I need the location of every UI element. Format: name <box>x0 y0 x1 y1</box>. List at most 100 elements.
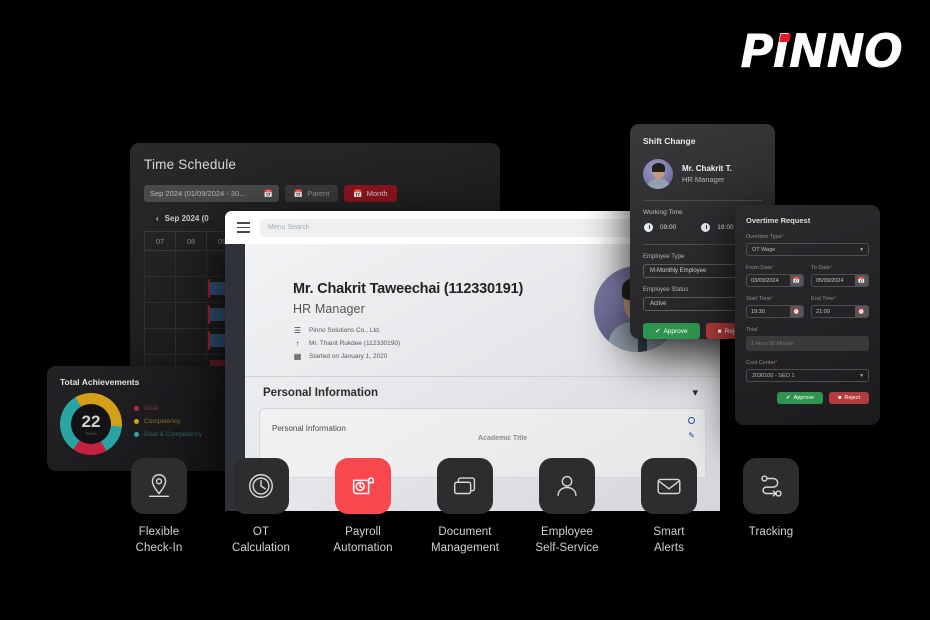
date-row: From Date* 03/09/2024 📅 To Date* 05/09/2… <box>746 256 869 287</box>
route-icon <box>761 475 782 497</box>
month-view-button[interactable]: 📅 Month <box>344 185 397 202</box>
personal-information-title: Personal Information <box>263 386 379 399</box>
avatar <box>643 159 673 189</box>
time-schedule-controls: Sep 2024 (01/09/2024 - 30... 📅 📅 Parent … <box>130 172 500 202</box>
documents-icon <box>453 477 476 495</box>
feature-document-management[interactable]: Document Management <box>430 458 500 568</box>
feature-icon-wrap <box>641 458 697 514</box>
reject-button[interactable]: ■ Reject <box>829 392 869 404</box>
profile-company: Pinno Solutions Co., Ltd. <box>309 327 381 334</box>
approve-button[interactable]: ✔ Approve <box>643 323 700 339</box>
feature-label: Smart Alerts <box>653 526 685 554</box>
overtime-type-value: OT Wage <box>752 246 776 253</box>
legend-dot-icon <box>134 405 139 411</box>
required-mark: * <box>781 234 784 240</box>
start-time-label-text: Start Time <box>746 296 772 302</box>
feature-smart-alerts[interactable]: Smart Alerts <box>637 458 701 568</box>
clock-icon[interactable]: ⏰ <box>790 306 803 317</box>
personal-information-card-title: Personal Information <box>272 424 346 433</box>
time-schedule-title: Time Schedule <box>144 157 237 172</box>
from-date-label: From Date* <box>746 265 804 271</box>
feature-tracking[interactable]: Tracking <box>739 458 803 568</box>
overtime-request-panel: Overtime Request Overtime Type* OT Wage … <box>735 205 880 425</box>
search-placeholder: Menu Search <box>268 224 310 231</box>
feature-label: Payroll Automation <box>333 526 393 554</box>
schedule-bar-marker <box>208 331 210 350</box>
required-mark: * <box>771 296 774 302</box>
employee-type-value: M-Monthly Employee <box>650 268 707 274</box>
profile-meta-row: ▦ Started on January 1, 2020 <box>293 352 720 361</box>
location-pin-icon <box>148 474 170 498</box>
user-icon <box>557 475 577 497</box>
from-date-input[interactable]: 03/09/2024 📅 <box>746 274 804 287</box>
end-time-label: End Time* <box>811 296 869 302</box>
approve-button[interactable]: ✔ Approve <box>776 392 824 404</box>
month-button-label: Month <box>366 189 388 198</box>
check-icon: ✔ <box>655 328 661 335</box>
clock-icon[interactable]: ⏰ <box>855 306 868 317</box>
org-chart-icon: ☰ <box>293 326 302 335</box>
overtime-type-select[interactable]: OT Wage ▾ <box>746 243 869 256</box>
end-time-label-text: End Time <box>811 296 835 302</box>
donut-center: 22 Items <box>71 404 111 444</box>
current-month-label: Sep 2024 (0 <box>164 214 209 223</box>
prev-month-icon[interactable]: ‹ <box>156 214 159 223</box>
feature-payroll-automation[interactable]: Payroll Automation <box>331 458 395 568</box>
required-mark: * <box>829 265 833 271</box>
cost-center-label: Cost Center* <box>746 360 869 366</box>
calendar-icon: 📅 <box>263 189 273 198</box>
clock-icon <box>643 222 654 233</box>
legend-dot-icon <box>134 418 139 424</box>
chevron-down-icon: ▾ <box>860 372 863 379</box>
feature-icon-wrap <box>539 458 595 514</box>
start-time-input[interactable]: 19:30 ⏰ <box>746 305 804 318</box>
feature-label: Document Management <box>430 526 500 554</box>
calendar-icon[interactable]: 📅 <box>790 275 803 286</box>
block-icon: ■ <box>838 395 842 401</box>
required-mark: * <box>771 265 775 271</box>
check-icon: ✔ <box>785 395 791 401</box>
employee-status-value: Active <box>650 301 667 307</box>
shift-person-name: Mr. Chakrit T. <box>682 164 732 173</box>
overtime-type-label-text: Overtime Type <box>746 234 782 240</box>
total-field: 1 Hour 30 Minute <box>746 336 869 351</box>
envelope-icon <box>657 478 681 495</box>
calendar-icon: 📅 <box>353 189 363 198</box>
date-range-picker[interactable]: Sep 2024 (01/09/2024 - 30... 📅 <box>144 185 279 202</box>
cost-center-select[interactable]: 2030100 - SEO 1 ▾ <box>746 369 869 382</box>
personal-information-header[interactable]: Personal Information ▾ <box>245 377 720 408</box>
end-time-input[interactable]: 21:00 ⏰ <box>811 305 869 318</box>
pencil-icon[interactable]: ✎ <box>688 431 695 440</box>
start-time-group: Start Time* 19:30 ⏰ <box>746 287 804 318</box>
feature-flexible-check-in[interactable]: Flexible Check-In <box>127 458 191 568</box>
achievements-donut-chart: 22 Items <box>60 393 122 455</box>
to-date-input[interactable]: 05/09/2024 📅 <box>811 274 869 287</box>
clock-icon <box>249 474 273 498</box>
divider <box>643 200 762 201</box>
from-date-group: From Date* 03/09/2024 📅 <box>746 256 804 287</box>
legend-dot-icon <box>134 431 139 437</box>
arrow-up-icon: ↑ <box>295 339 300 348</box>
parent-view-button[interactable]: 📅 Parent <box>284 185 339 202</box>
feature-ot-calculation[interactable]: OT Calculation <box>229 458 293 568</box>
required-mark: * <box>834 296 837 302</box>
to-date-group: To Date* 05/09/2024 📅 <box>811 256 869 287</box>
shift-change-title: Shift Change <box>643 136 696 146</box>
feature-label: OT Calculation <box>232 526 290 554</box>
approve-label: Approve <box>663 327 688 335</box>
profile-manager: Mr. Thanit Rukdee (112330190) <box>309 340 401 347</box>
start-time-label: Start Time* <box>746 296 804 302</box>
feature-employee-self-service[interactable]: Employee Self-Service <box>535 458 599 568</box>
hamburger-icon[interactable] <box>237 222 250 233</box>
chevron-down-icon[interactable]: ▾ <box>692 386 698 399</box>
refresh-icon[interactable] <box>688 417 695 424</box>
feature-icon-wrap <box>233 458 289 514</box>
schedule-bar-marker <box>208 305 210 324</box>
feature-label: Tracking <box>748 526 794 538</box>
block-icon: ■ <box>717 327 722 335</box>
date-range-value: Sep 2024 (01/09/2024 - 30... <box>150 189 246 198</box>
feature-icon-wrap <box>437 458 493 514</box>
day-column: 08 <box>175 231 206 251</box>
from-date-label-text: From Date <box>746 265 772 271</box>
calendar-icon[interactable]: 📅 <box>855 275 868 286</box>
